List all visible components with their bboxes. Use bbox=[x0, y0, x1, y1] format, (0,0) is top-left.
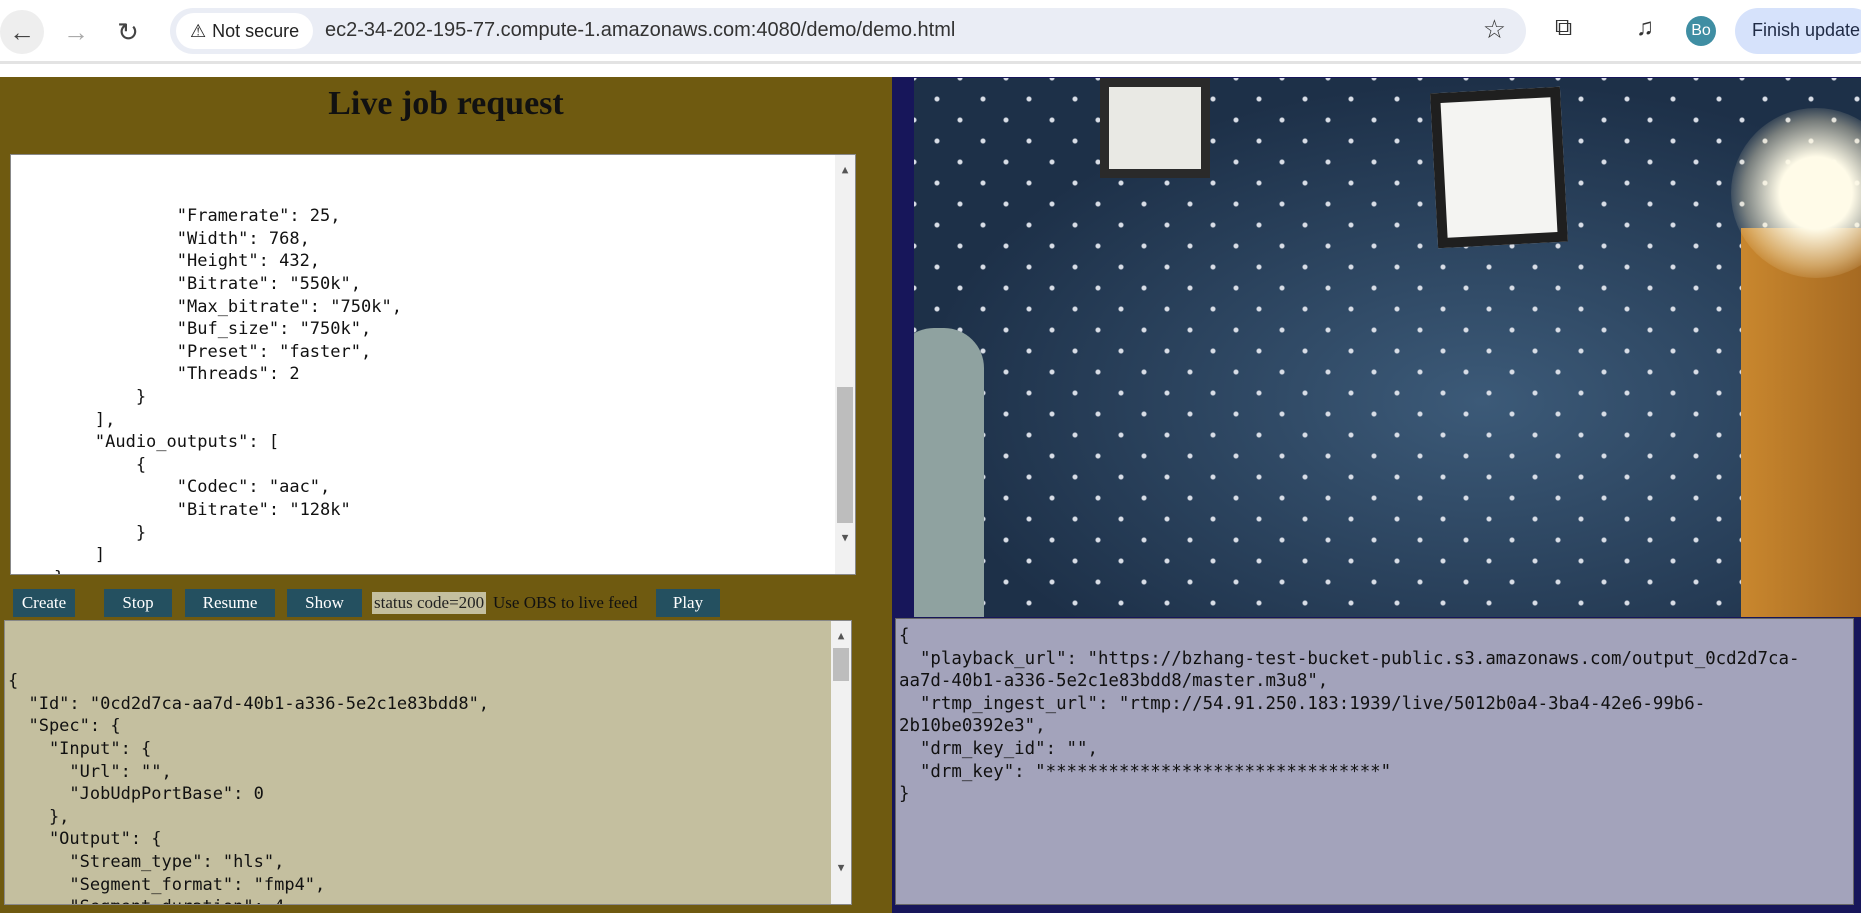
forward-button[interactable]: → bbox=[54, 10, 98, 54]
scrollbar[interactable]: ▲ ▼ bbox=[831, 621, 851, 904]
code-line: "Width": 768, bbox=[13, 228, 310, 249]
code-line: "Input": { bbox=[8, 738, 152, 759]
finish-update-button[interactable]: Finish update bbox=[1735, 8, 1861, 54]
code-line: "Max_bitrate": "750k", bbox=[13, 296, 402, 317]
response-text: { "Id": "0cd2d7ca-aa7d-40b1-a336-5e2c1e8… bbox=[8, 670, 851, 904]
job-request-textarea[interactable]: "Framerate": 25, "Width": 768, "Height":… bbox=[10, 154, 856, 575]
code-line: "Stream_type": "hls", bbox=[8, 851, 285, 872]
code-line: } bbox=[13, 522, 147, 543]
obs-hint: Use OBS to live feed bbox=[493, 593, 638, 612]
scrollbar[interactable]: ▲ ▼ bbox=[835, 155, 855, 574]
code-line: "Id": "0cd2d7ca-aa7d-40b1-a336-5e2c1e83b… bbox=[8, 693, 490, 714]
code-line: "Segment_duration": 4, bbox=[8, 896, 851, 904]
code-line: { bbox=[8, 671, 19, 692]
code-line: "Bitrate": "128k" bbox=[13, 499, 351, 520]
code-line: } bbox=[13, 567, 855, 574]
code-line: }, bbox=[8, 806, 70, 827]
browser-toolbar: ← → ↻ ⚠ Not secure ec2-34-202-195-77.comp… bbox=[0, 0, 1861, 64]
resume-button[interactable]: Resume bbox=[185, 589, 275, 617]
media-control-icon[interactable]: ♫ bbox=[1636, 14, 1654, 42]
avatar[interactable]: Bo bbox=[1686, 16, 1716, 46]
code-line: "Audio_outputs": [ bbox=[13, 432, 280, 453]
code-line: "Segment_format": "fmp4", bbox=[8, 874, 326, 895]
code-line: "JobUdpPortBase": 0 bbox=[8, 784, 264, 805]
person-edge bbox=[914, 328, 984, 617]
security-chip[interactable]: ⚠ Not secure bbox=[176, 13, 314, 49]
code-line: { bbox=[13, 454, 147, 475]
reload-button[interactable]: ↻ bbox=[106, 10, 150, 54]
video-player[interactable] bbox=[914, 78, 1861, 617]
create-button[interactable]: Create bbox=[13, 589, 75, 617]
url-text[interactable]: ec2-34-202-195-77.compute-1.amazonaws.co… bbox=[325, 19, 955, 42]
page-title: Live job request bbox=[328, 85, 564, 122]
code-line: "Url": "", bbox=[8, 761, 172, 782]
code-line: "Preset": "faster", bbox=[13, 341, 372, 362]
code-line: "Output": { bbox=[8, 829, 162, 850]
address-bar[interactable]: ⚠ Not secure ec2-34-202-195-77.compute-1.… bbox=[170, 8, 1526, 54]
play-button[interactable]: Play bbox=[656, 589, 720, 617]
job-response-textarea[interactable]: { "Id": "0cd2d7ca-aa7d-40b1-a336-5e2c1e8… bbox=[4, 620, 852, 905]
bookshelf bbox=[1741, 228, 1861, 617]
stop-button[interactable]: Stop bbox=[104, 589, 172, 617]
show-button[interactable]: Show bbox=[287, 589, 362, 617]
code-line: "Framerate": 25, bbox=[13, 206, 341, 227]
code-line: ], bbox=[13, 409, 116, 430]
code-line: ] bbox=[13, 545, 106, 566]
code-line: "Threads": 2 bbox=[13, 364, 300, 385]
code-line: "Codec": "aac", bbox=[13, 477, 331, 498]
code-line: "Buf_size": "750k", bbox=[13, 319, 372, 340]
code-line: "Height": 432, bbox=[13, 251, 321, 272]
status-code: status code=200 bbox=[372, 592, 487, 614]
wall-diploma bbox=[1430, 86, 1568, 249]
security-label: Not secure bbox=[212, 20, 300, 41]
extensions-icon[interactable]: ⧉ bbox=[1555, 14, 1572, 42]
code-line: } bbox=[13, 386, 147, 407]
code-line: "Spec": { bbox=[8, 716, 121, 737]
request-text: "Framerate": 25, "Width": 768, "Height":… bbox=[13, 205, 855, 574]
playback-info-textarea[interactable]: { "playback_url": "https://bzhang-test-b… bbox=[895, 618, 1854, 905]
warning-icon: ⚠ bbox=[190, 20, 207, 41]
back-button[interactable]: ← bbox=[0, 10, 44, 54]
bookmark-star-icon[interactable]: ☆ bbox=[1483, 14, 1506, 45]
wall-certificate bbox=[1100, 78, 1210, 178]
code-line: "Bitrate": "550k", bbox=[13, 273, 361, 294]
